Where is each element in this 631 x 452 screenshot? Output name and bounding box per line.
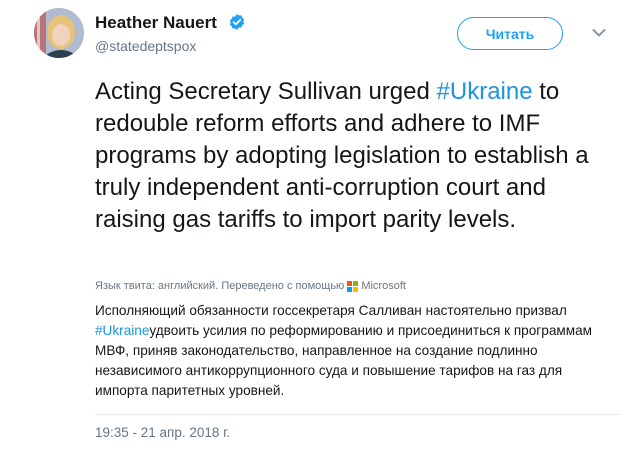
tweet-card: Heather Nauert @statedeptspox Читать Act… bbox=[0, 0, 631, 452]
translation-provider[interactable]: Microsoft bbox=[361, 280, 406, 292]
translated-text-before: Исполняющий обязанности госсекретаря Сал… bbox=[95, 303, 567, 318]
verified-badge-icon bbox=[229, 14, 245, 30]
translation-meta-label: Язык твита: английский. Переведено с пом… bbox=[95, 280, 345, 292]
translated-text: Исполняющий обязанности госсекретаря Сал… bbox=[95, 301, 610, 401]
hashtag-link[interactable]: #Ukraine bbox=[437, 78, 533, 105]
follow-button[interactable]: Читать bbox=[457, 17, 563, 50]
author-name[interactable]: Heather Nauert bbox=[95, 13, 217, 33]
avatar[interactable] bbox=[34, 8, 84, 58]
chevron-down-icon[interactable] bbox=[592, 28, 606, 38]
tweet-text-before: Acting Secretary Sullivan urged bbox=[95, 78, 437, 105]
divider bbox=[95, 414, 620, 415]
translation-meta: Язык твита: английский. Переведено с пом… bbox=[95, 280, 406, 292]
tweet-text: Acting Secretary Sullivan urged #Ukraine… bbox=[95, 76, 620, 236]
tweet-timestamp[interactable]: 19:35 - 21 апр. 2018 г. bbox=[95, 425, 230, 440]
microsoft-logo-icon bbox=[347, 280, 359, 292]
translated-hashtag-link[interactable]: #Ukraine bbox=[95, 323, 149, 338]
author-handle[interactable]: @statedeptspox bbox=[95, 38, 196, 54]
avatar-photo bbox=[34, 8, 84, 58]
translated-text-after: удвоить усилия по реформированию и присо… bbox=[95, 323, 592, 398]
